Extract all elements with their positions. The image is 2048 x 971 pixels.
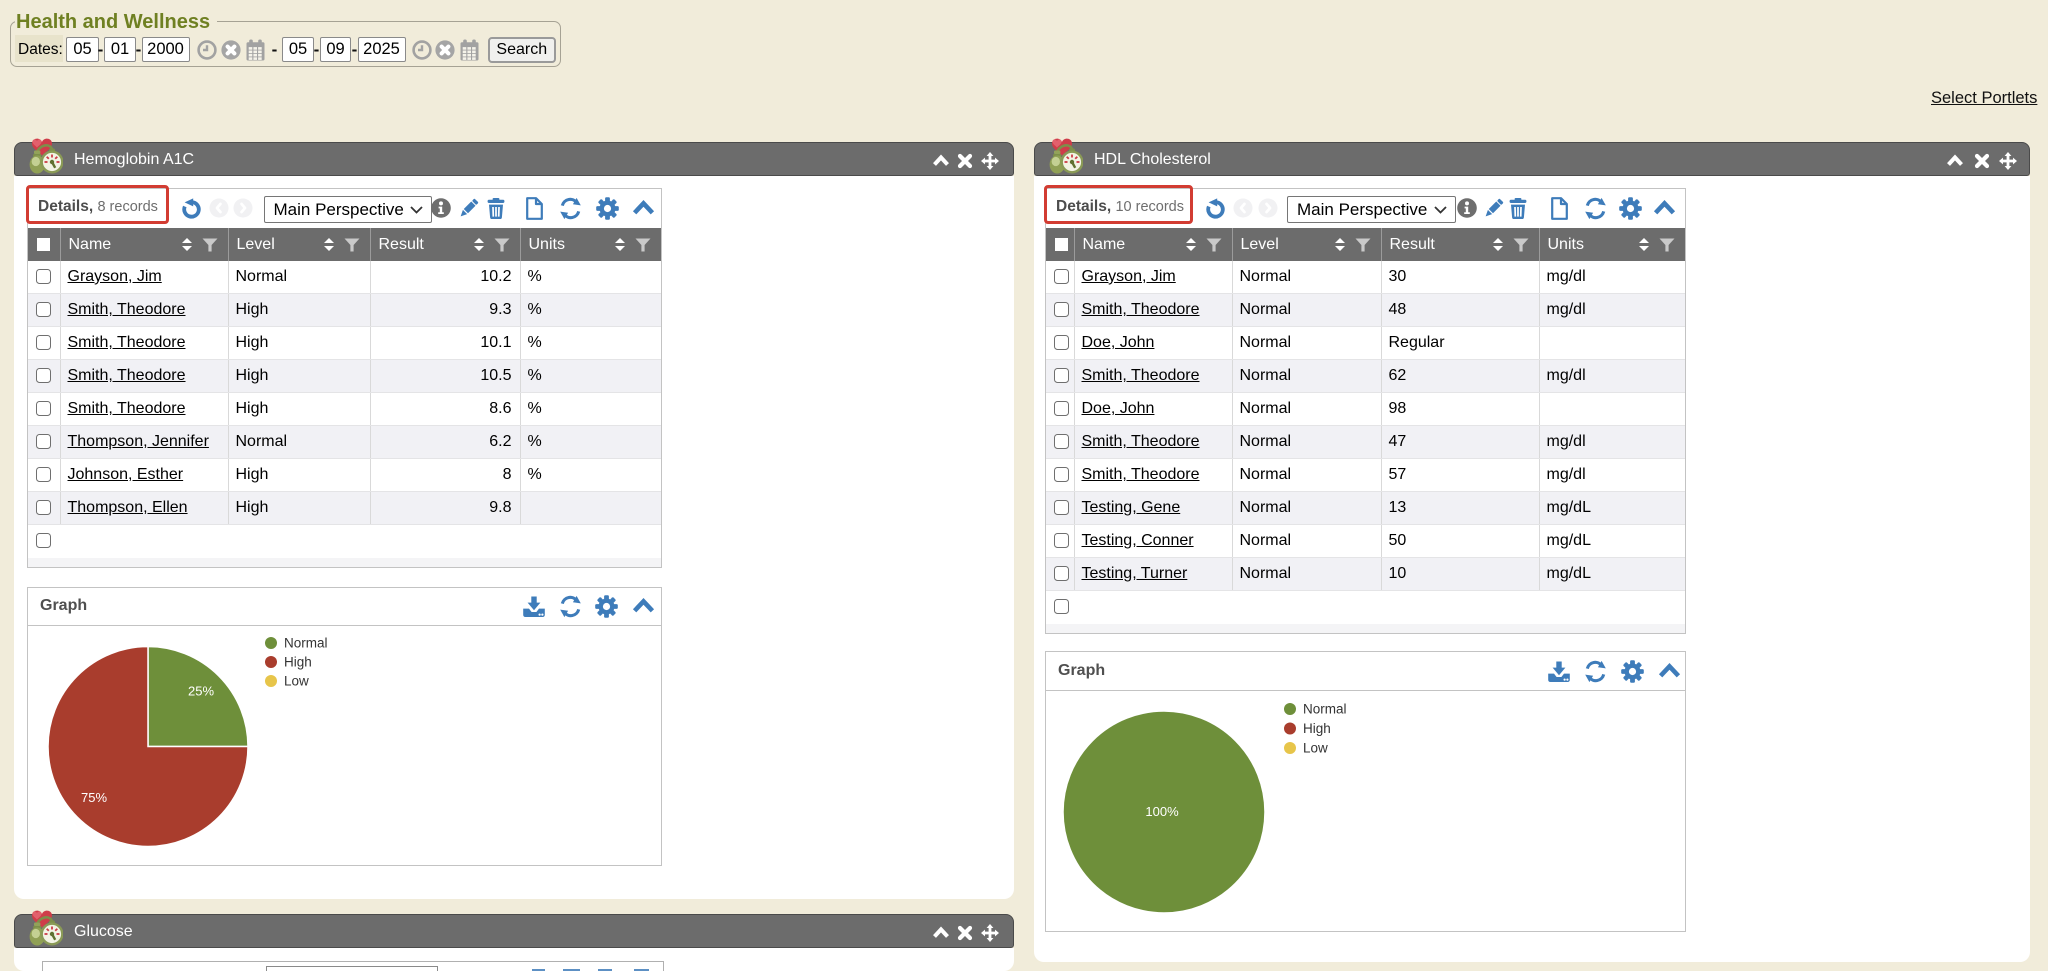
svg-text:High: High (1303, 721, 1331, 736)
svg-text:75%: 75% (81, 790, 107, 805)
svg-text:Normal: Normal (284, 636, 328, 651)
svg-text:Low: Low (284, 674, 309, 689)
svg-text:25%: 25% (188, 684, 214, 699)
svg-text:High: High (284, 655, 312, 670)
svg-text:100%: 100% (1145, 804, 1179, 819)
svg-text:Low: Low (1303, 741, 1328, 756)
svg-text:Normal: Normal (1303, 702, 1347, 717)
